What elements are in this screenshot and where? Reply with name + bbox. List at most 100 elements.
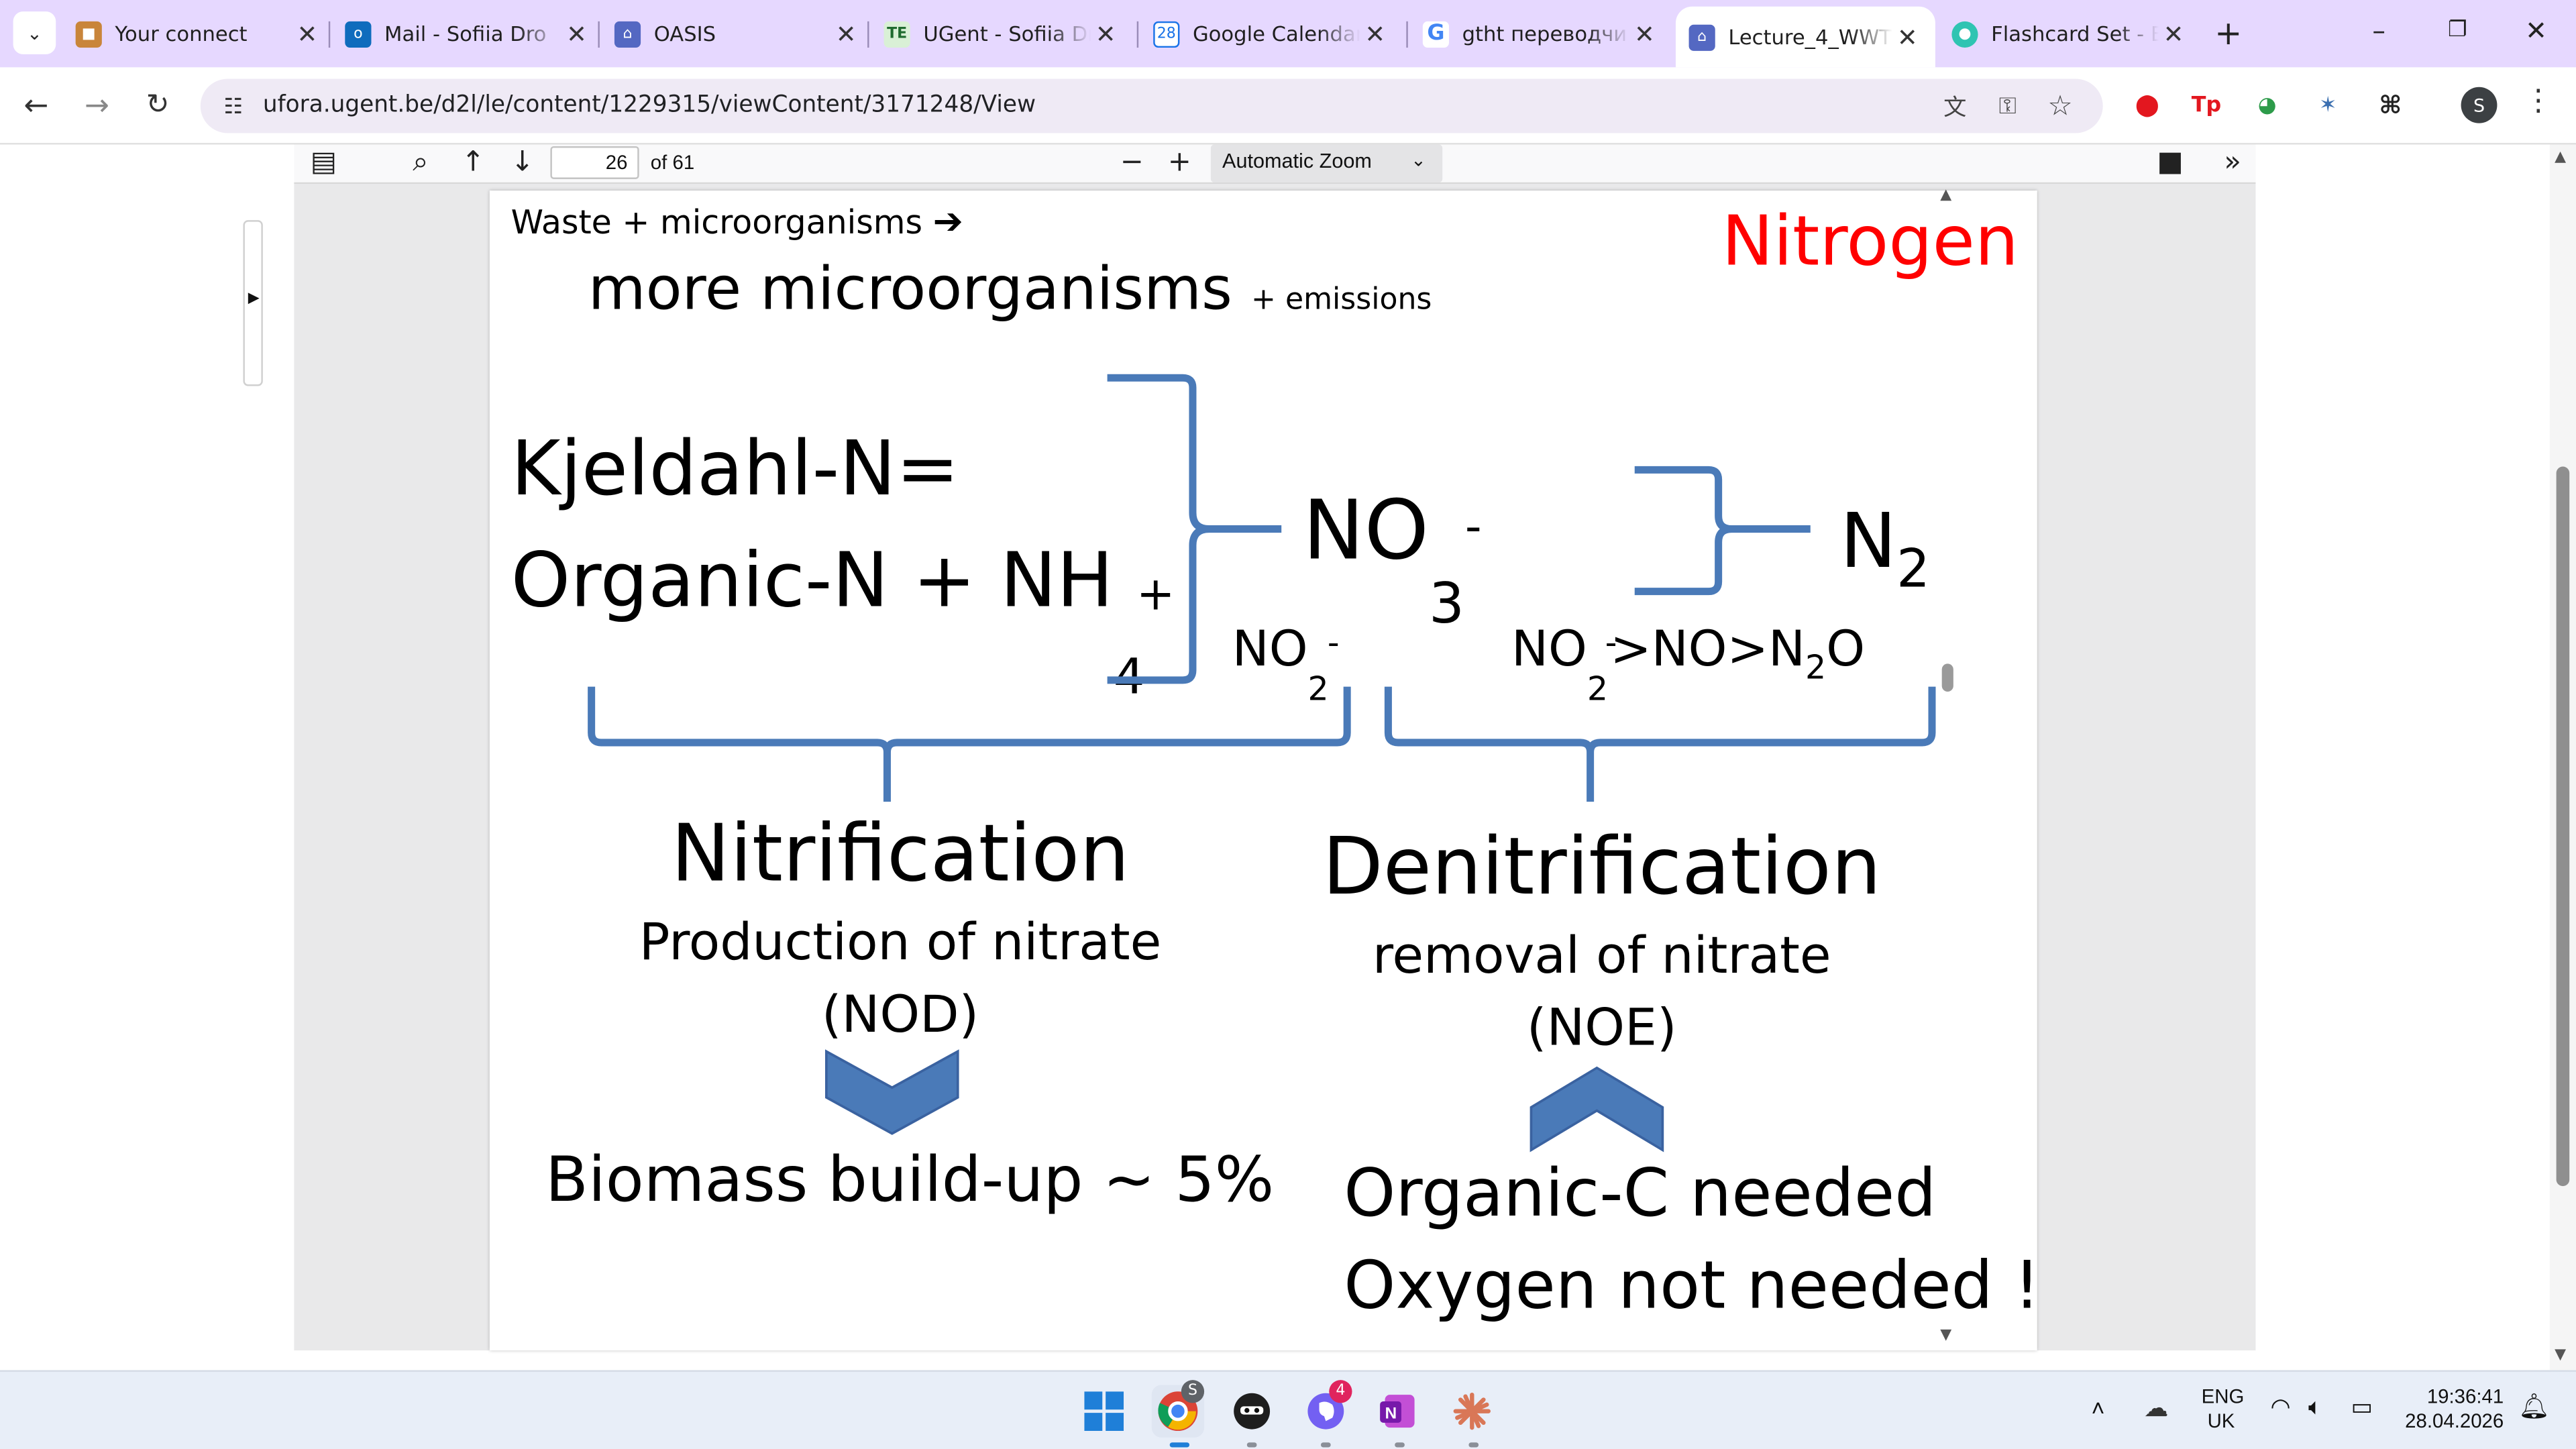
running-indicator	[1320, 1442, 1331, 1448]
page-number-input[interactable]: 26	[550, 146, 639, 179]
profile-avatar[interactable]: S	[2461, 87, 2498, 123]
close-window-icon[interactable]: ✕	[2525, 15, 2547, 46]
reload-icon[interactable]: ↻	[136, 84, 179, 127]
active-indicator	[1169, 1442, 1190, 1448]
close-icon[interactable]: ✕	[2159, 19, 2188, 48]
tab-google-search[interactable]: G gtht переводчи ✕	[1422, 10, 1660, 58]
close-icon[interactable]: ✕	[1091, 19, 1120, 48]
claude-taskbar-app[interactable]	[1446, 1385, 1498, 1437]
ninja-icon	[1234, 1393, 1271, 1430]
close-icon[interactable]: ✕	[292, 19, 322, 48]
scroll-up-icon[interactable]: ▲	[2555, 150, 2566, 166]
close-icon[interactable]: ✕	[1892, 22, 1922, 52]
tab-search-chevron-icon[interactable]: ⌄	[13, 11, 56, 54]
denitrification-description: removal of nitrate	[1372, 926, 1831, 986]
presentation-mode-icon[interactable]: ■	[2154, 145, 2187, 181]
tab-your-connect[interactable]: ■ Your connect ✕	[75, 10, 322, 58]
search-icon[interactable]: ⌕	[404, 145, 437, 181]
oxygen-not-needed: Oxygen not needed !	[1344, 1248, 2037, 1324]
site-info-icon[interactable]: ☷	[217, 91, 250, 123]
denitrification-brace	[1384, 686, 1936, 802]
bookmark-star-icon[interactable]: ☆	[2044, 91, 2077, 123]
onenote-taskbar-app[interactable]: N	[1372, 1385, 1424, 1437]
nitrification-heading: Nitrification	[671, 808, 1130, 901]
minimize-icon[interactable]: –	[2372, 15, 2385, 46]
extensions-puzzle-icon[interactable]: ⌘	[2372, 87, 2408, 123]
slide-page: Waste + microorganisms ➔ more microorgan…	[489, 191, 2037, 1351]
chrome-profile-badge: S	[1181, 1380, 1205, 1403]
address-bar[interactable]: ☷ ufora.ugent.be/d2l/le/content/1229315/…	[200, 78, 2103, 133]
page-total: of 61	[650, 151, 695, 174]
briefcase-icon: ■	[75, 20, 102, 47]
tab-lecture-active[interactable]: ⌂ Lecture_4_WWT ✕	[1675, 6, 1935, 68]
scroll-down-icon[interactable]: ▼	[2555, 1347, 2566, 1363]
scroll-up-icon[interactable]: ▲	[1940, 187, 1951, 203]
scroll-down-icon[interactable]: ▼	[1940, 1328, 1951, 1344]
page-scroll-thumb[interactable]	[2556, 466, 2570, 1187]
satellite-extension-icon[interactable]: ✶	[2310, 87, 2346, 123]
forward-icon[interactable]: →	[76, 84, 119, 127]
pdf-viewer: ▶ ▤ ⌕ ↑ ↓ 26 of 61 − + Automatic Zoom ⌄ …	[0, 144, 2576, 1371]
kjeldahl-brace	[1107, 374, 1282, 684]
tab-divider	[867, 21, 869, 48]
pdf-scrollbar[interactable]: ▲ ▼	[1937, 187, 1960, 1347]
tools-menu-icon[interactable]: »	[2216, 145, 2249, 181]
start-button[interactable]	[1078, 1385, 1130, 1437]
outlook-icon: o	[345, 20, 372, 47]
zoom-out-icon[interactable]: −	[1116, 145, 1148, 181]
sunburst-icon	[1453, 1393, 1491, 1430]
new-tab-button[interactable]: +	[2214, 13, 2242, 53]
battery-icon[interactable]: ▭	[2351, 1393, 2372, 1421]
chevron-down-icon: ⌄	[1411, 151, 1426, 171]
tab-divider	[1136, 21, 1139, 48]
password-key-icon[interactable]: ⚿	[1991, 91, 2024, 123]
tab-google-calendar[interactable]: 28 Google Calendar ✕	[1153, 10, 1390, 58]
onedrive-cloud-icon[interactable]: ☁	[2144, 1393, 2169, 1423]
url-text[interactable]: ufora.ugent.be/d2l/le/content/1229315/vi…	[263, 92, 1036, 118]
close-icon[interactable]: ✕	[1360, 19, 1390, 48]
close-icon[interactable]: ✕	[831, 19, 861, 48]
nitrification-description: Production of nitrate	[639, 913, 1162, 973]
nitrate-n2-brace	[1634, 466, 1811, 596]
te-icon: TE	[883, 20, 910, 47]
left-pane: ▶	[0, 144, 294, 1371]
tab-ugent[interactable]: TE UGent - Sofiia Dr ✕	[883, 10, 1121, 58]
pdf-toolbar: ▤ ⌕ ↑ ↓ 26 of 61 − + Automatic Zoom ⌄ ■ …	[294, 144, 2256, 184]
tab-mail[interactable]: o Mail - Sofiia Dro ✕	[345, 10, 591, 58]
menu-kebab-icon[interactable]: ⋮	[2524, 84, 2553, 118]
previous-page-icon[interactable]: ↑	[457, 145, 490, 181]
running-indicator	[1395, 1442, 1405, 1448]
language-indicator[interactable]: ENG UK	[2202, 1385, 2245, 1434]
green-extension-icon[interactable]: ◕	[2249, 87, 2286, 123]
clock[interactable]: 19:36:41 28.04.2026	[2399, 1385, 2504, 1434]
ninja-taskbar-app[interactable]	[1226, 1385, 1278, 1437]
calendar-icon: 28	[1153, 20, 1180, 47]
close-icon[interactable]: ✕	[1629, 19, 1659, 48]
zoom-in-icon[interactable]: +	[1163, 145, 1196, 181]
next-page-icon[interactable]: ↓	[506, 145, 539, 181]
translate-icon[interactable]: 文	[1939, 91, 1972, 123]
zoom-select[interactable]: Automatic Zoom ⌄	[1210, 144, 1443, 182]
windows-logo-icon	[1084, 1391, 1124, 1432]
back-icon[interactable]: ←	[15, 84, 58, 127]
organic-c-needed: Organic-C needed	[1344, 1157, 1937, 1232]
show-hidden-icons-chevron-icon[interactable]: ˄	[2092, 1395, 2105, 1421]
close-icon[interactable]: ✕	[562, 19, 592, 48]
notification-bell-icon[interactable]: 🔔︎	[2518, 1391, 2550, 1421]
pdf-scroll-thumb[interactable]	[1941, 663, 1953, 692]
tp-extension-icon[interactable]: Tp	[2188, 87, 2224, 123]
tab-divider	[328, 21, 331, 48]
page-scrollbar[interactable]: ▲ ▼	[2549, 144, 2576, 1371]
volume-icon[interactable]: 🔈︎	[2308, 1393, 2322, 1421]
opera-extension-icon[interactable]: ⬤	[2129, 87, 2165, 123]
down-arrow-icon	[825, 1049, 959, 1135]
nitrification-brace	[588, 686, 1351, 802]
restore-icon[interactable]: ❐	[2448, 18, 2467, 43]
sidebar-panel-icon[interactable]: ▤	[307, 145, 340, 181]
tab-oasis[interactable]: ⌂ OASIS ✕	[614, 10, 861, 58]
wifi-icon[interactable]: ◠	[2270, 1393, 2290, 1421]
up-arrow-icon	[1529, 1066, 1664, 1152]
tab-flashcards[interactable]: ● Flashcard Set - E ✕	[1951, 10, 2188, 58]
caret-right-icon: ▶	[248, 290, 260, 307]
sidebar-toggle[interactable]: ▶	[243, 220, 263, 386]
